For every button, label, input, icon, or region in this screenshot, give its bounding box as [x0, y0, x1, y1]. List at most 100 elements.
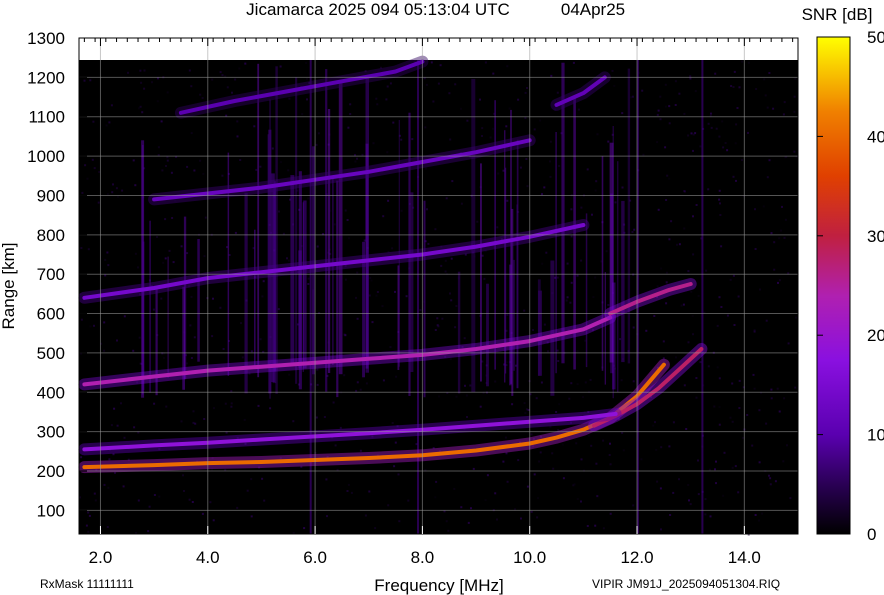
noise-speck [86, 177, 89, 180]
noise-speck [494, 492, 497, 495]
noise-speck [549, 140, 552, 143]
noise-speck [519, 166, 522, 169]
noise-speck [570, 208, 573, 211]
noise-speck [257, 404, 260, 407]
noise-speck [315, 416, 318, 419]
noise-speck [704, 513, 707, 516]
noise-speck [97, 201, 100, 204]
noise-speck [347, 483, 350, 486]
noise-speck [659, 95, 662, 98]
y-tick-label: 200 [37, 462, 65, 481]
noise-speck [530, 510, 533, 513]
noise-speck [236, 135, 239, 138]
noise-speck [795, 316, 797, 319]
noise-speck [572, 61, 575, 64]
noise-speck [718, 423, 721, 426]
noise-speck [316, 368, 319, 371]
noise-speck [449, 138, 452, 141]
noise-speck [614, 201, 617, 204]
noise-speck [787, 342, 790, 345]
noise-speck [582, 396, 584, 399]
noise-speck [678, 478, 680, 481]
noise-speck [609, 463, 612, 466]
noise-speck [434, 228, 437, 231]
noise-speck [747, 131, 749, 134]
interference-streak [332, 178, 334, 365]
noise-speck [654, 421, 656, 424]
noise-speck [104, 258, 107, 261]
noise-speck [789, 497, 792, 500]
noise-speck [666, 174, 669, 177]
noise-speck [261, 295, 264, 298]
noise-speck [148, 505, 151, 508]
noise-speck [664, 83, 667, 86]
noise-speck [271, 147, 274, 150]
noise-speck [576, 274, 579, 277]
interference-streak [338, 81, 343, 375]
noise-speck [718, 198, 721, 201]
noise-speck [411, 138, 414, 141]
noise-speck [152, 308, 155, 311]
noise-speck [287, 169, 290, 172]
noise-speck [668, 122, 671, 125]
noise-speck [533, 128, 536, 131]
noise-speck [449, 292, 451, 295]
noise-speck [286, 257, 288, 260]
noise-speck [426, 208, 428, 211]
noise-speck [368, 294, 371, 297]
noise-speck [231, 91, 233, 94]
noise-speck [594, 524, 597, 527]
noise-speck [715, 460, 717, 463]
noise-speck [506, 480, 509, 483]
noise-speck [93, 492, 96, 495]
noise-speck [676, 243, 678, 246]
noise-speck [769, 477, 772, 480]
noise-speck [132, 349, 135, 352]
noise-speck [697, 294, 700, 297]
noise-speck [339, 426, 342, 429]
noise-speck [765, 422, 768, 425]
noise-speck [344, 278, 347, 281]
noise-speck [570, 235, 573, 238]
noise-speck [526, 485, 529, 488]
noise-speck [768, 159, 771, 162]
noise-speck [742, 436, 745, 439]
noise-speck [777, 281, 779, 284]
noise-speck [203, 255, 206, 258]
x-tick-label: 14.0 [728, 548, 761, 567]
noise-speck [652, 424, 655, 427]
noise-speck [93, 167, 96, 170]
noise-speck [397, 473, 400, 476]
interference-streak [302, 202, 304, 372]
noise-speck [435, 480, 438, 483]
noise-speck [550, 74, 553, 77]
noise-speck [115, 187, 118, 190]
noise-speck [683, 112, 686, 115]
noise-speck [715, 127, 718, 130]
noise-speck [675, 356, 677, 359]
noise-speck [209, 501, 212, 504]
noise-speck [344, 334, 347, 337]
noise-speck [685, 428, 688, 430]
noise-speck [633, 228, 636, 231]
noise-speck [158, 495, 161, 498]
noise-speck [307, 277, 310, 280]
noise-speck [533, 473, 536, 476]
noise-speck [450, 257, 453, 260]
noise-speck [555, 411, 558, 413]
noise-speck [729, 278, 732, 281]
noise-speck [386, 85, 389, 88]
x-tick-label: 10.0 [513, 548, 546, 567]
noise-speck [660, 446, 663, 449]
noise-speck [430, 61, 433, 64]
noise-speck [762, 205, 765, 208]
noise-speck [505, 125, 508, 128]
noise-speck [143, 69, 146, 72]
noise-speck [641, 89, 644, 92]
noise-speck [120, 402, 122, 405]
noise-speck [697, 493, 700, 496]
noise-speck [586, 525, 589, 527]
noise-speck [665, 281, 668, 284]
noise-speck [621, 186, 624, 189]
noise-speck [632, 504, 635, 507]
